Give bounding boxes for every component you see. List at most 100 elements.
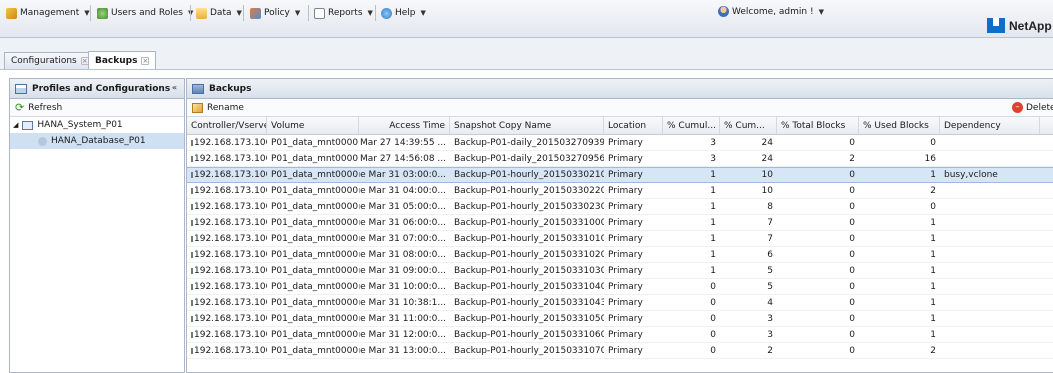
cell-controller-text: 192.168.173.100 [194, 297, 267, 308]
system-icon [22, 120, 34, 130]
cell-used-blocks: 1 [930, 297, 936, 308]
table-row[interactable]: 192.168.173.100 P01_data_mnt00001 Tue Mar … [187, 311, 1053, 327]
table-row[interactable]: 192.168.173.100 P01_data_mnt00001 Tue Mar … [187, 183, 1053, 199]
cell-filler [1040, 168, 1053, 182]
menu-policy[interactable]: Policy ▼ [250, 6, 300, 20]
table-row[interactable]: 192.168.173.100 P01_data_mnt00001 Tue Mar … [187, 215, 1053, 231]
table-row[interactable]: 192.168.173.100 P01_data_mnt00001Fri Mar … [187, 151, 1053, 167]
cell-cumulative-1: 0 [710, 345, 716, 356]
col-header-used-blocks[interactable]: % Used Blocks [859, 117, 940, 134]
server-icon [191, 203, 193, 210]
col-header-location[interactable]: Location [604, 117, 663, 134]
refresh-button[interactable]: Refresh [28, 103, 62, 113]
cell-total-blocks: 0 [849, 313, 855, 324]
cell-cumulative-2: 7 [767, 217, 773, 228]
cell-cumulative-2: 5 [767, 281, 773, 292]
cell-cumulative-2: 10 [761, 170, 773, 180]
table-row[interactable]: 192.168.173.100 P01_data_mnt00001 Tue Mar … [187, 231, 1053, 247]
menu-reports-label: Reports [328, 8, 363, 18]
menu-management[interactable]: Management ▼ [6, 6, 90, 20]
tab-backups[interactable]: Backups × [88, 51, 157, 69]
cell-location: Primary [608, 185, 643, 196]
cell-controller: 192.168.173.100 [187, 199, 267, 214]
user-menu[interactable]: Welcome, admin ! ▼ [718, 6, 824, 17]
cell-snapshot-name: Backup-P01-hourly_20150331030000 [454, 265, 604, 276]
col-header-controller[interactable]: Controller/Vserver [187, 117, 267, 134]
server-icon [191, 315, 193, 322]
col-header-dependency[interactable]: Dependency [940, 117, 1040, 134]
cell-total-blocks: 0 [849, 297, 855, 308]
cell-location: Primary [608, 329, 643, 340]
tree-node-system[interactable]: ◢ HANA_System_P01 [10, 117, 184, 133]
profiles-tree: ◢ HANA_System_P01 HANA_Database_P01 [10, 117, 184, 149]
cell-controller-text: 192.168.173.100 [194, 265, 267, 276]
cell-cumulative-2: 24 [761, 137, 773, 148]
table-row[interactable]: 192.168.173.100 P01_data_mnt00001Fri Mar … [187, 135, 1053, 151]
table-row[interactable]: 192.168.173.100 P01_data_mnt00001 Tue Mar … [187, 295, 1053, 311]
table-row[interactable]: 192.168.173.100 P01_data_mnt00001 Tue Mar … [187, 167, 1053, 183]
collapse-panel-icon[interactable]: « [169, 83, 180, 94]
brand-name: NetApp [1009, 18, 1052, 33]
cell-total-blocks: 2 [849, 153, 855, 164]
menu-data-label: Data [210, 8, 232, 18]
cell-location: Primary [608, 265, 643, 276]
table-row[interactable]: 192.168.173.100 P01_data_mnt00001 Tue Mar … [187, 279, 1053, 295]
cell-volume: P01_data_mnt00001 [271, 233, 359, 244]
cell-snapshot-name: Backup-P01-hourly_20150331070000 [454, 345, 604, 356]
menu-data[interactable]: Data ▼ [196, 6, 242, 20]
cell-snapshot-name: Backup-P01-hourly_20150331040000 [454, 281, 604, 292]
menu-users-and-roles[interactable]: Users and Roles▼ [97, 6, 193, 20]
cell-controller-text: 192.168.173.100 [194, 281, 267, 292]
col-header-volume[interactable]: Volume [267, 117, 359, 134]
close-icon[interactable]: × [141, 56, 150, 65]
cell-volume: P01_data_mnt00001 [271, 217, 359, 228]
cell-filler [1040, 279, 1053, 294]
delete-button-label: Delete [1026, 102, 1053, 113]
col-header-total-blocks[interactable]: % Total Blocks [777, 117, 859, 134]
cell-dependency [940, 279, 1040, 294]
cell-dependency [940, 199, 1040, 214]
tab-backups-label: Backups [95, 55, 138, 66]
cell-cumulative-1: 1 [710, 265, 716, 276]
cell-total-blocks: 0 [849, 217, 855, 228]
cell-total-blocks: 0 [849, 201, 855, 212]
server-icon [191, 283, 193, 290]
grid-header: Controller/Vserver Volume Access Time Sn… [187, 117, 1053, 135]
server-icon [191, 251, 193, 258]
cell-controller: 192.168.173.100 [187, 279, 267, 294]
cell-used-blocks: 1 [930, 249, 936, 260]
menu-reports[interactable]: Reports ▼ [314, 6, 373, 20]
rename-button[interactable]: Rename [207, 103, 244, 113]
cell-used-blocks: 0 [930, 137, 936, 148]
chevron-down-icon: ▼ [84, 9, 90, 17]
expand-arrow-icon[interactable]: ◢ [13, 121, 18, 129]
chevron-down-icon: ▼ [367, 9, 373, 17]
col-header-snapshot-name[interactable]: Snapshot Copy Name [450, 117, 604, 134]
col-header-cumulative-1[interactable]: % Cumul... [663, 117, 720, 134]
cell-cumulative-1: 1 [710, 233, 716, 244]
col-header-access-time[interactable]: Access Time [359, 117, 450, 134]
server-icon [191, 331, 193, 338]
table-row[interactable]: 192.168.173.100 P01_data_mnt00001 Tue Mar … [187, 343, 1053, 359]
tab-configurations[interactable]: Configurations × [4, 52, 96, 69]
cell-total-blocks: 0 [849, 185, 855, 196]
cell-used-blocks: 16 [924, 153, 936, 164]
table-row[interactable]: 192.168.173.100 P01_data_mnt00001 Tue Mar … [187, 247, 1053, 263]
cell-used-blocks: 1 [930, 265, 936, 276]
cell-filler [1040, 327, 1053, 342]
delete-button[interactable]: – Delete [1012, 102, 1053, 113]
table-row[interactable]: 192.168.173.100 P01_data_mnt00001 Tue Mar … [187, 263, 1053, 279]
cell-used-blocks: 2 [930, 345, 936, 356]
table-row[interactable]: 192.168.173.100 P01_data_mnt00001 Tue Mar … [187, 327, 1053, 343]
cell-cumulative-2: 3 [767, 313, 773, 324]
backups-panel-header: Backups [187, 79, 1053, 99]
cell-filler [1040, 231, 1053, 246]
cell-controller-text: 192.168.173.100 [194, 329, 267, 340]
cell-used-blocks: 0 [930, 201, 936, 212]
col-header-cumulative-2[interactable]: % Cum... [720, 117, 777, 134]
cell-cumulative-2: 24 [761, 153, 773, 164]
table-row[interactable]: 192.168.173.100 P01_data_mnt00001 Tue Mar … [187, 199, 1053, 215]
menu-separator [90, 5, 91, 21]
tree-node-database[interactable]: HANA_Database_P01 [10, 133, 184, 149]
menu-help[interactable]: Help ▼ [381, 6, 426, 20]
